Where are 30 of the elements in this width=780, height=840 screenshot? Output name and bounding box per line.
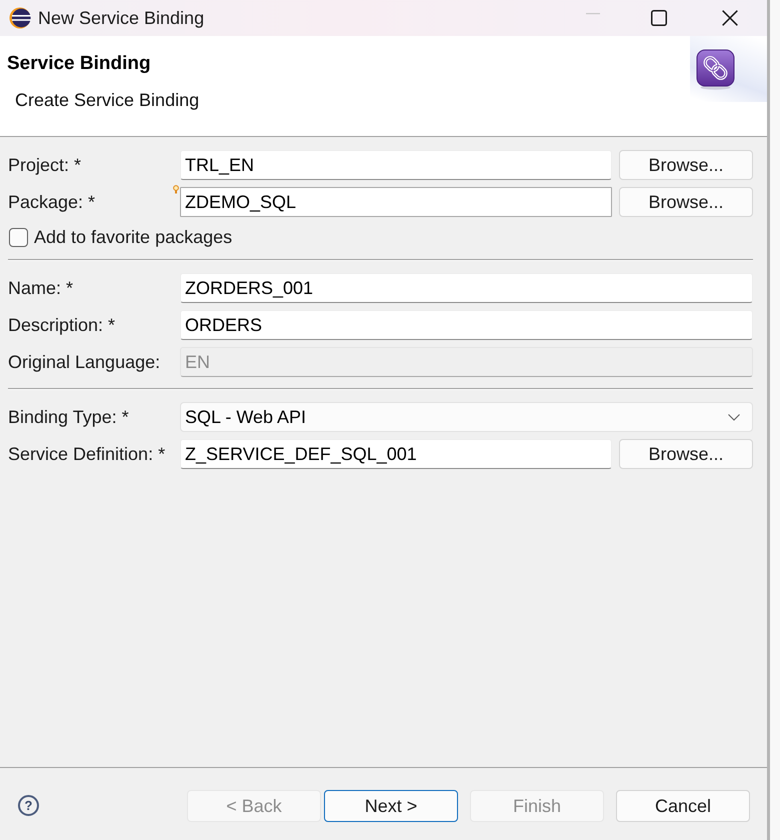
window-title: New Service Binding — [38, 8, 204, 28]
close-icon — [722, 10, 738, 26]
maximize-icon — [651, 10, 667, 26]
link-icon — [696, 49, 735, 90]
browse-button[interactable]: Browse... — [619, 187, 753, 217]
minimize-icon — [586, 13, 600, 15]
next-button[interactable]: Next > — [324, 790, 458, 822]
field-label: Project: * — [8, 154, 82, 176]
cancel-button[interactable]: Cancel — [616, 790, 750, 822]
text-field[interactable]: ORDERS — [180, 310, 753, 340]
text-field[interactable]: ZDEMO_SQL — [180, 187, 612, 217]
field-label: Binding Type: * — [8, 406, 129, 428]
text-field[interactable]: TRL_EN — [180, 150, 612, 180]
checkbox[interactable] — [9, 228, 28, 246]
page-description: Create Service Binding — [15, 89, 200, 111]
help-button[interactable]: ? — [18, 795, 39, 816]
field-label: Name: * — [8, 278, 74, 298]
field-label: Original Language: — [8, 352, 160, 372]
text-field[interactable]: ZORDERS_001 — [180, 273, 753, 303]
checkbox-label[interactable]: Add to favorite packages — [34, 226, 232, 248]
field-label: Service Definition: * — [8, 444, 166, 464]
field-label: Description: * — [8, 314, 116, 336]
dropdown[interactable]: SQL - Web API — [180, 402, 753, 432]
app-icon — [9, 7, 31, 29]
browse-button[interactable]: Browse... — [619, 150, 753, 180]
text-field[interactable]: Z_SERVICE_DEF_SQL_001 — [180, 439, 612, 469]
field-label: Package: * — [8, 192, 96, 212]
browse-button[interactable]: Browse... — [619, 439, 753, 469]
page-title: Service Binding — [7, 53, 151, 75]
chevron-down-icon — [728, 414, 740, 420]
